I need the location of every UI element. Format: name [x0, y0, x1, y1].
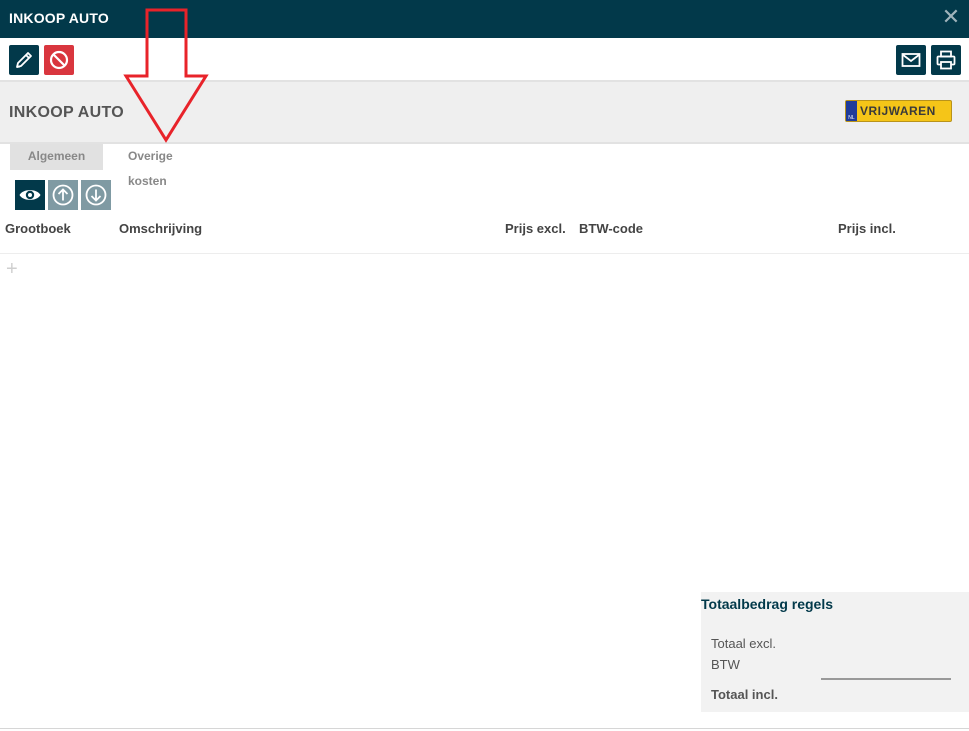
column-header-prijs-incl[interactable]: Prijs incl. — [838, 221, 896, 236]
eye-icon — [19, 190, 41, 200]
move-up-button[interactable] — [48, 180, 78, 210]
totals-incl-label: Totaal incl. — [711, 687, 778, 702]
vrijwaren-badge[interactable]: NL VRIJWAREN — [845, 100, 952, 122]
footer-divider — [0, 728, 969, 729]
arrow-down-circle-icon — [85, 184, 107, 206]
column-header-btw-code[interactable]: BTW-code — [579, 221, 643, 236]
print-button[interactable] — [931, 45, 961, 75]
badge-label: VRIJWAREN — [860, 104, 936, 118]
view-button[interactable] — [15, 180, 45, 210]
pencil-icon — [16, 52, 32, 68]
page-title: INKOOP AUTO — [9, 104, 125, 121]
move-down-button[interactable] — [81, 180, 111, 210]
add-row-icon[interactable]: + — [6, 258, 18, 281]
ban-icon — [49, 50, 69, 70]
cancel-button[interactable] — [44, 45, 74, 75]
column-header-prijs-excl[interactable]: Prijs excl. — [505, 221, 566, 236]
totals-btw-label: BTW — [711, 657, 740, 672]
column-header-omschrijving[interactable]: Omschrijving — [119, 221, 202, 236]
tab-overige-kosten[interactable]: Overige kosten — [128, 144, 173, 188]
record-header: INKOOP AUTO NL VRIJWAREN — [0, 82, 969, 144]
window-titlebar: INKOOP AUTO ✕ — [0, 0, 969, 38]
nl-plate-flag: NL — [846, 101, 857, 121]
toolbar — [0, 38, 969, 82]
table-divider — [0, 253, 969, 254]
envelope-icon — [901, 53, 921, 67]
totals-excl-label: Totaal excl. — [711, 636, 777, 651]
tab-algemeen[interactable]: Algemeen — [10, 144, 103, 170]
email-button[interactable] — [896, 45, 926, 75]
totals-title: Totaalbedrag regels — [701, 596, 834, 612]
edit-button[interactable] — [9, 45, 39, 75]
window-title: INKOOP AUTO — [9, 10, 109, 26]
column-header-grootboek[interactable]: Grootboek — [5, 221, 71, 236]
printer-icon — [936, 50, 956, 70]
totals-sum-line — [821, 678, 951, 680]
arrow-up-circle-icon — [52, 184, 74, 206]
totals-panel: Totaalbedrag regels Totaal excl. BTW Tot… — [701, 592, 969, 712]
close-icon[interactable]: ✕ — [941, 5, 961, 29]
